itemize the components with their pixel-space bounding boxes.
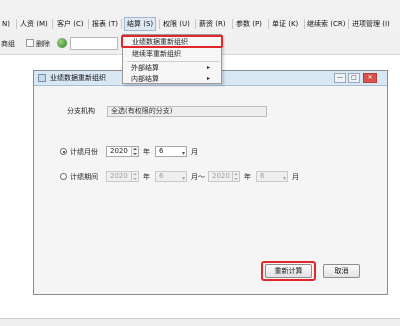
branch-label: 分支机构 — [67, 107, 95, 115]
toolbar-input[interactable] — [70, 37, 118, 50]
menu-separator — [232, 19, 233, 29]
menubar: N) 人资 (M) 客户 (C) 报表 (T) 结算 (S) 权限 (U) 薪资… — [0, 0, 400, 34]
spin-icon[interactable] — [131, 147, 138, 156]
month-mode-radio[interactable] — [60, 148, 67, 155]
end-month-unit: 月 — [292, 173, 299, 181]
month-mode-label: 计绩月份 — [70, 148, 98, 156]
submenu-arrow-icon: ▸ — [206, 75, 210, 82]
menu-separator — [52, 19, 53, 29]
menu-separator — [16, 19, 17, 29]
menu-divider — [127, 61, 219, 62]
end-month-value: 6 — [260, 172, 265, 180]
menu-separator — [159, 19, 160, 29]
menu-item-voucher[interactable]: 单证 (K) — [272, 18, 298, 30]
menu-item-customer[interactable]: 客户 (C) — [57, 18, 84, 30]
year-value: 2020 — [110, 147, 128, 155]
menu-separator — [348, 19, 349, 29]
chevron-down-icon[interactable]: ▾ — [283, 174, 286, 183]
menu-separator — [304, 19, 305, 29]
left-panel — [0, 55, 18, 325]
toolbar-left-text[interactable]: 商组 — [1, 39, 15, 49]
menu-item-salary[interactable]: 薪资 (R) — [199, 18, 226, 30]
start-month-select[interactable]: 6 ▾ — [155, 171, 187, 182]
window-icon — [38, 74, 46, 82]
submenu-arrow-icon: ▸ — [206, 64, 210, 71]
start-year-value: 2020 — [110, 172, 128, 180]
cancel-button[interactable]: 取消 — [323, 264, 360, 278]
end-year-value: 2020 — [212, 172, 230, 180]
menu-item-n[interactable]: N) — [2, 18, 10, 30]
end-year-unit: 年 — [244, 173, 251, 181]
end-month-select[interactable]: 6 ▾ — [256, 171, 288, 182]
internal-settlement-label: 内部结算 — [131, 75, 159, 83]
start-year-unit: 年 — [143, 173, 150, 181]
branch-field[interactable]: 全选(有权限的分支) — [107, 106, 267, 117]
menu-item-settlement[interactable]: 结算 (S) — [124, 17, 157, 31]
period-mode-radio[interactable] — [60, 173, 67, 180]
menu-item-report[interactable]: 报表 (T) — [92, 18, 118, 30]
month-select[interactable]: 6 ▾ — [155, 146, 187, 157]
delete-button[interactable]: 删除 — [36, 39, 50, 49]
maximize-button[interactable]: □ — [348, 73, 360, 83]
menu-option-highlight — [121, 35, 223, 48]
end-year-stepper[interactable]: 2020 — [208, 171, 240, 182]
spin-icon[interactable] — [131, 172, 138, 181]
minimize-button[interactable]: — — [334, 73, 346, 83]
spin-icon[interactable] — [232, 172, 239, 181]
external-settlement-label: 外部结算 — [131, 64, 159, 72]
menu-option-reorganize-continuation[interactable]: 继续率重新组织 — [132, 49, 181, 59]
menu-item-permission[interactable]: 权限 (U) — [163, 18, 190, 30]
globe-icon[interactable] — [57, 38, 67, 48]
menu-separator — [268, 19, 269, 29]
menu-item-params[interactable]: 参数 (P) — [236, 18, 262, 30]
menu-separator — [121, 19, 122, 29]
chevron-down-icon[interactable]: ▾ — [182, 174, 185, 183]
reorganize-dialog: 业绩数据重新组织 — □ ✕ 分支机构 全选(有权限的分支) 计绩月份 2020… — [33, 70, 388, 295]
year-unit: 年 — [143, 148, 150, 156]
dialog-title: 业绩数据重新组织 — [50, 74, 106, 82]
range-separator: 月～ — [191, 173, 205, 181]
year-stepper[interactable]: 2020 — [106, 146, 139, 157]
period-mode-label: 计绩期间 — [70, 173, 98, 181]
dialog-body: 分支机构 全选(有权限的分支) 计绩月份 2020 年 6 ▾ 月 计绩期间 2… — [36, 86, 387, 294]
menu-item-hr[interactable]: 人资 (M) — [20, 18, 48, 30]
close-button[interactable]: ✕ — [363, 73, 377, 83]
menu-item-input-mgmt[interactable]: 进项管理 (I) — [352, 18, 390, 30]
menu-option-internal-settlement[interactable]: 内部结算 ▸ — [131, 74, 217, 84]
menu-item-continuation[interactable]: 继续索 (CR) — [307, 18, 345, 30]
recalculate-highlight — [261, 261, 316, 281]
start-year-stepper[interactable]: 2020 — [106, 171, 139, 182]
menu-separator — [195, 19, 196, 29]
start-month-value: 6 — [159, 172, 164, 180]
month-value: 6 — [159, 147, 164, 155]
chevron-down-icon[interactable]: ▾ — [182, 149, 185, 158]
menu-option-external-settlement[interactable]: 外部结算 ▸ — [131, 63, 217, 73]
menu-separator — [88, 19, 89, 29]
month-unit: 月 — [191, 148, 198, 156]
delete-icon — [26, 39, 34, 47]
